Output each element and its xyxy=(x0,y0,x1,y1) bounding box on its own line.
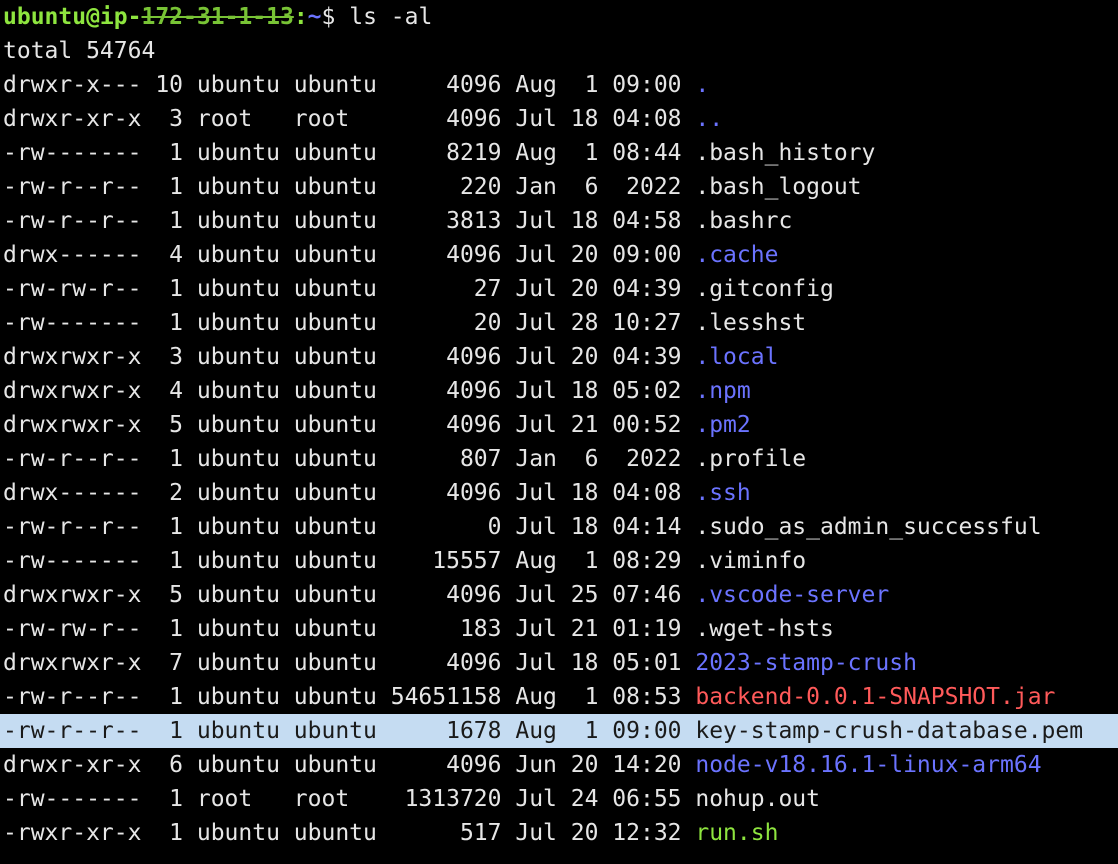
file-metadata: -rw------- 1 ubuntu ubuntu 20 Jul 28 10:… xyxy=(3,310,696,336)
file-metadata: drwxr-xr-x 3 root root 4096 Jul 18 04:08 xyxy=(3,106,696,132)
file-metadata: -rw------- 1 ubuntu ubuntu 8219 Aug 1 08… xyxy=(3,140,696,166)
file-name: 2023-stamp-crush xyxy=(695,650,917,676)
file-name: backend-0.0.1-SNAPSHOT.jar xyxy=(695,684,1056,710)
file-metadata: drwxrwxr-x 4 ubuntu ubuntu 4096 Jul 18 0… xyxy=(3,378,696,404)
file-name: key-stamp-crush-database.pem xyxy=(695,718,1084,744)
file-name: .bashrc xyxy=(695,208,793,234)
file-metadata: drwxrwxr-x 3 ubuntu ubuntu 4096 Jul 20 0… xyxy=(3,344,696,370)
prompt-path: ~ xyxy=(307,4,322,30)
prompt-line: ubuntu@ip-172-31-1-13:~$ ls -al xyxy=(3,0,1118,34)
total-line: total 54764 xyxy=(3,38,156,64)
file-metadata: -rw-r--r-- 1 ubuntu ubuntu 807 Jan 6 202… xyxy=(3,446,696,472)
file-metadata: -rw-r--r-- 1 ubuntu ubuntu 54651158 Aug … xyxy=(3,684,696,710)
listing-row[interactable]: drwxr-xr-x 3 root root 4096 Jul 18 04:08… xyxy=(3,102,1118,136)
file-name: .sudo_as_admin_successful xyxy=(695,514,1042,540)
listing-row[interactable]: -rwxr-xr-x 1 ubuntu ubuntu 517 Jul 20 12… xyxy=(3,816,1118,850)
listing-row[interactable]: drwxr-xr-x 6 ubuntu ubuntu 4096 Jun 20 1… xyxy=(3,748,1118,782)
listing-row[interactable]: drwxrwxr-x 5 ubuntu ubuntu 4096 Jul 21 0… xyxy=(3,408,1118,442)
file-metadata: -rw-r--r-- 1 ubuntu ubuntu 3813 Jul 18 0… xyxy=(3,208,696,234)
file-metadata: drwxrwxr-x 5 ubuntu ubuntu 4096 Jul 25 0… xyxy=(3,582,696,608)
file-metadata: drwxr-x--- 10 ubuntu ubuntu 4096 Aug 1 0… xyxy=(3,72,696,98)
listing-row[interactable]: -rw-r--r-- 1 ubuntu ubuntu 54651158 Aug … xyxy=(3,680,1118,714)
file-name: . xyxy=(695,72,710,98)
prompt-user: ubuntu@ip- xyxy=(3,4,142,30)
file-name: .ssh xyxy=(695,480,751,506)
prompt-dollar: $ xyxy=(321,4,350,30)
file-metadata: -rw-rw-r-- 1 ubuntu ubuntu 27 Jul 20 04:… xyxy=(3,276,696,302)
file-metadata: drwxr-xr-x 6 ubuntu ubuntu 4096 Jun 20 1… xyxy=(3,752,696,778)
listing-row[interactable]: -rw------- 1 root root 1313720 Jul 24 06… xyxy=(3,782,1118,816)
file-metadata: -rw-r--r-- 1 ubuntu ubuntu 0 Jul 18 04:1… xyxy=(3,514,696,540)
listing-row[interactable]: drwxrwxr-x 7 ubuntu ubuntu 4096 Jul 18 0… xyxy=(3,646,1118,680)
file-name: .vscode-server xyxy=(695,582,890,608)
listing-row[interactable]: -rw-r--r-- 1 ubuntu ubuntu 807 Jan 6 202… xyxy=(3,442,1118,476)
file-metadata: drwxrwxr-x 5 ubuntu ubuntu 4096 Jul 21 0… xyxy=(3,412,696,438)
listing-row[interactable]: -rw-r--r-- 1 ubuntu ubuntu 3813 Jul 18 0… xyxy=(3,204,1118,238)
listing-row[interactable]: -rw------- 1 ubuntu ubuntu 20 Jul 28 10:… xyxy=(3,306,1118,340)
file-metadata: -rw-r--r-- 1 ubuntu ubuntu 220 Jan 6 202… xyxy=(3,174,696,200)
file-name: nohup.out xyxy=(695,786,820,812)
file-name: .npm xyxy=(695,378,751,404)
file-metadata: -rw-r--r-- 1 ubuntu ubuntu 1678 Aug 1 09… xyxy=(3,718,696,744)
listing-row[interactable]: -rw------- 1 ubuntu ubuntu 15557 Aug 1 0… xyxy=(3,544,1118,578)
listing-row[interactable]: -rw-r--r-- 1 ubuntu ubuntu 0 Jul 18 04:1… xyxy=(3,510,1118,544)
file-name: .pm2 xyxy=(695,412,751,438)
file-name: .lesshst xyxy=(695,310,807,336)
directory-listing: drwxr-x--- 10 ubuntu ubuntu 4096 Aug 1 0… xyxy=(0,68,1118,850)
file-name: run.sh xyxy=(695,820,779,846)
file-name: .bash_logout xyxy=(695,174,862,200)
listing-row[interactable]: -rw------- 1 ubuntu ubuntu 8219 Aug 1 08… xyxy=(3,136,1118,170)
file-name: .. xyxy=(695,106,724,132)
terminal-window[interactable]: ubuntu@ip-172-31-1-13:~$ ls -al total 54… xyxy=(0,0,1118,864)
file-metadata: drwx------ 2 ubuntu ubuntu 4096 Jul 18 0… xyxy=(3,480,696,506)
prompt-host-redacted: 172-31-1-13 xyxy=(141,4,294,30)
file-name: node-v18.16.1-linux-arm64 xyxy=(695,752,1042,778)
file-metadata: -rwxr-xr-x 1 ubuntu ubuntu 517 Jul 20 12… xyxy=(3,820,696,846)
prompt-separator: : xyxy=(293,4,308,30)
file-name: .wget-hsts xyxy=(695,616,834,642)
file-metadata: -rw-rw-r-- 1 ubuntu ubuntu 183 Jul 21 01… xyxy=(3,616,696,642)
file-name: .bash_history xyxy=(695,140,876,166)
cut-off-line xyxy=(3,850,1118,864)
file-name: .cache xyxy=(695,242,779,268)
listing-row[interactable]: drwxr-x--- 10 ubuntu ubuntu 4096 Aug 1 0… xyxy=(3,68,1118,102)
file-name: .profile xyxy=(695,446,807,472)
listing-row[interactable]: -rw-rw-r-- 1 ubuntu ubuntu 183 Jul 21 01… xyxy=(3,612,1118,646)
file-name: .local xyxy=(695,344,779,370)
prompt-command: ls -al xyxy=(349,4,433,30)
listing-row[interactable]: -rw-r--r-- 1 ubuntu ubuntu 220 Jan 6 202… xyxy=(3,170,1118,204)
listing-row[interactable]: drwxrwxr-x 3 ubuntu ubuntu 4096 Jul 20 0… xyxy=(3,340,1118,374)
file-metadata: -rw------- 1 ubuntu ubuntu 15557 Aug 1 0… xyxy=(3,548,696,574)
file-metadata: drwx------ 4 ubuntu ubuntu 4096 Jul 20 0… xyxy=(3,242,696,268)
file-metadata: -rw------- 1 root root 1313720 Jul 24 06… xyxy=(3,786,696,812)
listing-row[interactable]: drwx------ 2 ubuntu ubuntu 4096 Jul 18 0… xyxy=(3,476,1118,510)
file-name: .gitconfig xyxy=(695,276,834,302)
listing-row[interactable]: drwxrwxr-x 4 ubuntu ubuntu 4096 Jul 18 0… xyxy=(3,374,1118,408)
listing-row[interactable]: drwx------ 4 ubuntu ubuntu 4096 Jul 20 0… xyxy=(3,238,1118,272)
listing-row[interactable]: -rw-rw-r-- 1 ubuntu ubuntu 27 Jul 20 04:… xyxy=(3,272,1118,306)
file-name: .viminfo xyxy=(695,548,807,574)
listing-row[interactable]: drwxrwxr-x 5 ubuntu ubuntu 4096 Jul 25 0… xyxy=(3,578,1118,612)
listing-row[interactable]: -rw-r--r-- 1 ubuntu ubuntu 1678 Aug 1 09… xyxy=(0,714,1118,748)
file-metadata: drwxrwxr-x 7 ubuntu ubuntu 4096 Jul 18 0… xyxy=(3,650,696,676)
